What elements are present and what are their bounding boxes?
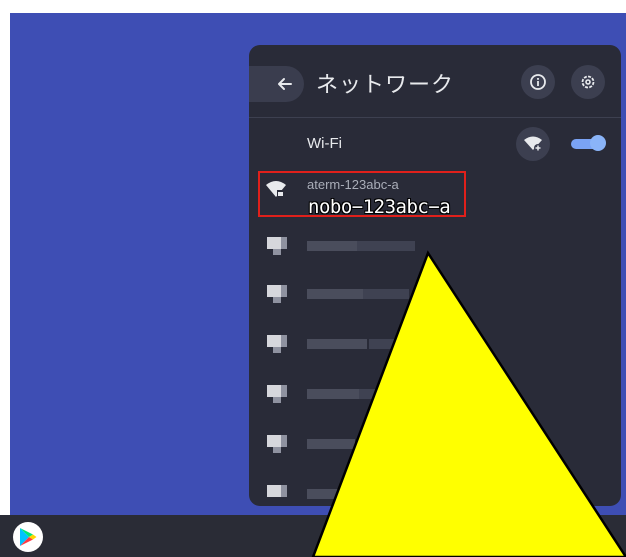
wifi-toggle[interactable] — [571, 135, 606, 151]
header-divider — [249, 117, 621, 118]
network-item[interactable] — [249, 325, 621, 365]
panel-header: ネットワーク — [249, 45, 621, 117]
network-name-redacted — [307, 339, 367, 349]
shelf — [0, 515, 626, 557]
network-panel: ネットワーク Wi-Fi aterm-123abc-a — [249, 45, 621, 506]
annotation-label: nobo−123abc−a — [308, 196, 451, 218]
network-item[interactable] — [249, 425, 621, 465]
launcher-button[interactable] — [13, 522, 43, 552]
network-item[interactable] — [249, 275, 621, 315]
toggle-knob — [590, 135, 606, 151]
network-name-redacted — [307, 439, 355, 449]
info-icon — [530, 74, 546, 90]
page-title: ネットワーク — [316, 73, 455, 98]
wifi-add-icon — [524, 136, 542, 152]
arrow-left-icon — [278, 78, 292, 90]
network-item[interactable] — [249, 227, 621, 267]
add-network-button[interactable] — [516, 127, 550, 161]
info-button[interactable] — [521, 65, 555, 99]
back-button[interactable] — [268, 67, 302, 101]
gear-icon — [581, 75, 595, 89]
network-name-redacted — [307, 489, 347, 499]
network-name-redacted — [307, 389, 359, 399]
network-item[interactable] — [249, 375, 621, 415]
network-name-redacted — [307, 241, 357, 251]
wifi-label: Wi-Fi — [307, 135, 342, 152]
network-name-redacted — [307, 289, 363, 299]
settings-button[interactable] — [571, 65, 605, 99]
play-store-icon — [20, 528, 37, 546]
wifi-toggle-row: Wi-Fi — [249, 124, 621, 164]
network-item[interactable] — [249, 475, 621, 506]
